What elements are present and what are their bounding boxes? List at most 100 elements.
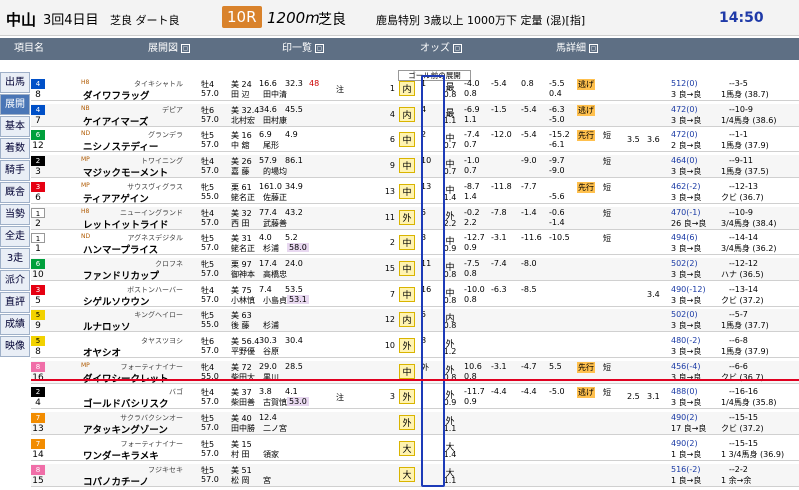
cell-h4: クビ (36.7) <box>721 372 764 382</box>
cell-n2: 30.4 <box>285 336 303 345</box>
section-tenkai[interactable]: 展開図 ▢ <box>148 41 190 57</box>
cell-name[interactable]: ワンダーキラメキ <box>83 448 193 462</box>
cell-h3: --13-14 <box>729 284 759 294</box>
cell-o9: -9.7 <box>549 156 565 166</box>
table-row[interactable]: 1 1 アグネスデジタル ハンマープライス ND 牡5 57.0 美 31 蛯名正 4.0 5.2 杉… <box>31 232 799 256</box>
cell-d1: 短 <box>603 362 611 372</box>
cell-h1: 490(2) <box>671 438 698 448</box>
cell-h1: 488(0) <box>671 387 698 397</box>
race-number[interactable]: 10R <box>222 6 262 28</box>
cell-n1: 4.0 <box>259 233 272 243</box>
cell-o5: -1.5 <box>491 104 507 114</box>
cell-wt: 57.0 <box>201 140 219 150</box>
sidebar-item[interactable]: 映像 <box>0 336 30 357</box>
cell-h3: --12-13 <box>729 181 759 191</box>
cell-o5: -7.4 <box>491 258 507 268</box>
cell-p1: 2 <box>389 238 395 248</box>
cell-name[interactable]: アタッキングゾーン <box>83 422 193 436</box>
cell-o10: 0.4 <box>549 89 562 98</box>
cell-name[interactable]: ダイワフラッグ <box>83 88 193 102</box>
table-row[interactable]: 8 15 フジキセキ コパノカチーノ 牡5 57.0 美 51 松 岡宮大大 1.1 516(-2… <box>31 463 799 488</box>
waku-number: 6 <box>31 258 45 269</box>
cell-name[interactable]: ファンドリカップ <box>83 268 193 282</box>
cell-name[interactable]: ケイアイマーズ <box>83 114 193 128</box>
cell-name[interactable]: オヤシオ <box>83 345 193 359</box>
cell-name[interactable]: ティアアゲイン <box>83 191 193 205</box>
expand-icon[interactable]: ▢ <box>181 43 190 53</box>
table-row[interactable]: 5 9 キングヘイロー ルナロッソ 牝5 55.0 美 63 後 藤杉浦 12 内 5 内 0.8 502… <box>31 309 799 333</box>
section-item-names[interactable]: 項目名 <box>14 41 44 57</box>
table-row[interactable]: 4 7 デピア ケイアイマーズ NB 牡6 57.0 美 32.4 北村宏 34.6 45.5 田村康… <box>31 103 799 128</box>
table-row[interactable]: 6 10 クロフネ ファンドリカップ 牝5 57.0 栗 97 御神本 17.4 24.0 高橋忠 1… <box>31 257 799 282</box>
cell-tg: 中 <box>399 132 415 148</box>
cell-n1: 3.8 <box>259 387 272 397</box>
cell-o9: -15.2 <box>549 130 570 140</box>
table-row[interactable]: 3 5 ボストンハーバー シゲルソウウン 牡4 57.0 美 75 小林慎 7.4 53.5 小島貞… <box>31 284 799 308</box>
cell-n4: 53.1 <box>287 294 309 304</box>
cell-name[interactable]: ルナロッソ <box>83 319 193 333</box>
cell-h3: --3-5 <box>729 79 748 88</box>
cell-n2: 24.0 <box>285 258 303 268</box>
horse-number: 14 <box>32 449 44 460</box>
cell-o5: -3.1 <box>491 361 507 371</box>
cell-n1: 30.3 <box>259 336 277 345</box>
cell-jk: 北村宏 <box>231 115 255 125</box>
table-row[interactable]: 4 8 タイキシャトル ダイワフラッグ H8 牡4 57.0 美 24 田 辺 16.6 32.3 田… <box>31 78 799 102</box>
cell-name[interactable]: コパノカチーノ <box>83 474 193 488</box>
cell-h3: --15-15 <box>729 413 759 423</box>
section-odds[interactable]: オッズ ▢ <box>420 41 462 57</box>
table-row[interactable]: 1 2 ニューイングランド レットイットライド H8 牡4 57.0 美 32 西 田 77.4 4… <box>31 206 799 231</box>
sidebar-item[interactable]: 騎手 <box>0 160 30 181</box>
cell-d4: 3.4 <box>647 289 660 299</box>
expand-icon[interactable]: ▢ <box>315 43 324 53</box>
horse-number: 1 <box>35 244 41 255</box>
cell-n3: 黒川 <box>263 372 279 382</box>
horse-number: 13 <box>32 424 44 435</box>
expand-icon[interactable]: ▢ <box>453 43 462 53</box>
cell-n3: 田村康 <box>263 115 287 125</box>
cell-o3: -8.7 <box>464 181 480 191</box>
expand-icon[interactable]: ▢ <box>589 43 598 53</box>
cell-name[interactable]: シゲルソウウン <box>83 294 193 308</box>
waku-number: 7 <box>31 438 45 449</box>
sidebar-item[interactable]: 当勢 <box>0 204 30 225</box>
sidebar-item[interactable]: 着数 <box>0 138 30 159</box>
cell-h3: --14-14 <box>729 233 759 243</box>
section-horse-detail[interactable]: 馬詳細 ▢ <box>556 41 598 57</box>
table-row[interactable]: 7 13 サクラバクシンオー アタッキングゾーン 牡5 57.0 美 40 田中勝 12.4 二ノ… <box>31 412 799 436</box>
cell-h1: 502(0) <box>671 310 698 320</box>
table-row[interactable]: 2 4 バゴ ゴールドバシリスク 牡4 57.0 美 37 柴田善 3.8 4.1 古賀慎 53.0 注… <box>31 386 799 410</box>
sidebar-item[interactable]: 成績 <box>0 314 30 335</box>
cell-name[interactable]: マジックモーメント <box>83 165 193 179</box>
sidebar-item[interactable]: 全走 <box>0 226 30 247</box>
cell-name[interactable]: レットイットライド <box>83 217 193 231</box>
cell-wt: 57.0 <box>201 114 219 124</box>
cell-p1: 9 <box>389 161 395 171</box>
sidebar-item[interactable]: 基本 <box>0 116 30 137</box>
cell-h1: 502(2) <box>671 258 698 268</box>
cell-o7: -4.7 <box>521 361 537 371</box>
table-row[interactable]: 3 6 サウスヴィグラス ティアアゲイン MP 牝5 55.0 栗 61 蛯名正 161.0 34.… <box>31 181 799 205</box>
cell-name[interactable]: ハンマープライス <box>83 242 193 256</box>
cell-name[interactable]: ニシノステディー <box>83 139 193 153</box>
sidebar-item[interactable]: 展開 <box>0 94 30 115</box>
cell-h3: --15-15 <box>729 438 759 448</box>
cell-name[interactable]: ゴールドバシリスク <box>83 396 193 410</box>
sidebar-item[interactable]: 厩舎 <box>0 182 30 203</box>
table-row[interactable]: 5 8 タヤスツヨシ オヤシオ 牡6 57.0 美 56.4 平野優 30.3 30.4 谷原 10 外… <box>31 335 799 359</box>
cell-jk: 田 辺 <box>231 90 250 99</box>
cell-name[interactable]: ダイワシークレット <box>83 371 193 385</box>
section-marks[interactable]: 印一覧 ▢ <box>282 41 324 57</box>
sidebar-item[interactable]: 3走 <box>0 248 30 269</box>
table-row[interactable]: 7 14 フォーティナイナー ワンダーキラメキ 牡5 57.0 美 15 村 田領家大大 1.4… <box>31 438 799 462</box>
cell-jk: 柴田善 <box>231 398 255 408</box>
table-row[interactable]: 6 12 グランデラ ニシノステディー ND 牡5 57.0 美 16 中 舘 6.9 4.9 尾形 6… <box>31 129 799 153</box>
cell-n3: 杉浦 <box>263 321 279 331</box>
cell-h2: 3 良→良 <box>671 321 702 331</box>
table-row[interactable]: 2 3 トワイニング マジックモーメント MP 牡4 57.0 美 26 嘉 藤 57.9 86.1… <box>31 155 799 179</box>
sidebar-item[interactable]: 出馬 <box>0 72 30 93</box>
sidebar-item[interactable]: 直評 <box>0 292 30 313</box>
sidebar-item[interactable]: 派介 <box>0 270 30 291</box>
cell-o3: -11.7 <box>464 387 485 397</box>
cell-o5: -6.3 <box>491 284 507 294</box>
